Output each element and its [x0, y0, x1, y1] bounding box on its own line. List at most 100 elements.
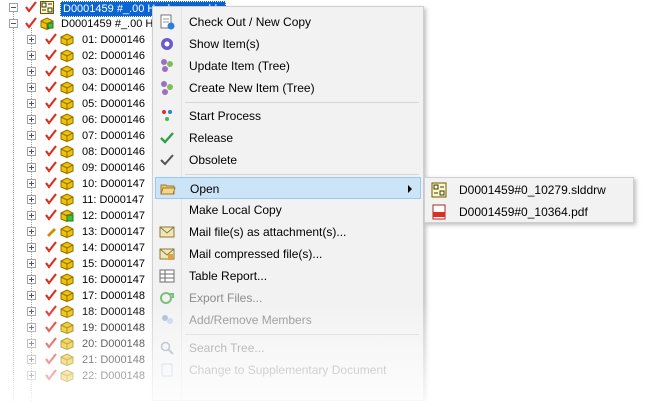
menu-item-make-local-copy[interactable]: Make Local Copy: [155, 199, 421, 221]
menu-item-label: Table Report...: [189, 269, 268, 283]
menu-item-check-out[interactable]: Check Out / New Copy: [155, 11, 421, 33]
menu-item-mail-attachments[interactable]: Mail file(s) as attachment(s)...: [155, 221, 421, 243]
expand-icon[interactable]: [27, 179, 36, 188]
expand-icon[interactable]: [27, 227, 36, 236]
expand-icon[interactable]: [27, 83, 36, 92]
menu-item-label: Mail file(s) as attachment(s)...: [189, 225, 347, 239]
tree-row[interactable]: 06: D000146: [0, 112, 170, 128]
expand-icon[interactable]: [27, 67, 36, 76]
expand-icon[interactable]: [27, 195, 36, 204]
tree-row-label: 15: D000147: [82, 258, 145, 270]
expand-icon[interactable]: [27, 115, 36, 124]
checkmark-icon: [45, 353, 57, 365]
tree-row[interactable]: 22: D000148: [0, 368, 170, 384]
checkmark-icon: [45, 273, 57, 285]
menu-item-mail-compressed[interactable]: Mail compressed file(s)...: [155, 243, 421, 265]
menu-item-show-items[interactable]: Show Item(s): [155, 33, 421, 55]
tree-row[interactable]: 21: D000148: [0, 352, 170, 368]
tree-row[interactable]: 02: D000146: [0, 48, 170, 64]
tree-update-icon: [161, 59, 173, 72]
expand-icon[interactable]: [27, 163, 36, 172]
tree-row[interactable]: 01: D000146: [0, 32, 170, 48]
expand-icon[interactable]: [27, 291, 36, 300]
drawing-icon: [40, 1, 54, 14]
tree-row[interactable]: 11: D000147: [0, 192, 170, 208]
submenu-arrow-icon: [408, 185, 412, 193]
menu-item-search-tree[interactable]: Search Tree...: [155, 337, 421, 359]
expand-icon[interactable]: [27, 275, 36, 284]
menu-item-update-item[interactable]: Update Item (Tree): [155, 55, 421, 77]
tree-row[interactable]: 15: D000147: [0, 256, 170, 272]
tree-row[interactable]: 16: D000147: [0, 272, 170, 288]
tree-row-label: 07: D000146: [82, 130, 145, 142]
menu-item-change-supplementary[interactable]: Change to Supplementary Document: [155, 359, 421, 381]
checkmark-icon: [45, 289, 57, 301]
submenu-item-label: D0001459#0_10364.pdf: [459, 205, 588, 219]
tree-row[interactable]: 08: D000146: [0, 144, 170, 160]
expand-icon[interactable]: [27, 259, 36, 268]
checkmark-icon: [45, 49, 57, 61]
tree-row[interactable]: 07: D000146: [0, 128, 170, 144]
tree-row[interactable]: 13: D000147: [0, 224, 170, 240]
checkout-icon: [160, 14, 175, 30]
expand-icon[interactable]: [27, 339, 36, 348]
tree-row[interactable]: 20: D000148: [0, 336, 170, 352]
tree-row[interactable]: 10: D000147: [0, 176, 170, 192]
menu-separator: [185, 102, 419, 103]
tree-row-assembly[interactable]: D0001459 #_.00 H: [0, 16, 170, 32]
menu-item-label: Check Out / New Copy: [189, 15, 312, 29]
tree-row-label: 14: D000147: [82, 242, 145, 254]
tree-child-label[interactable]: D0001459 #_.00 H: [61, 17, 153, 31]
expand-icon[interactable]: [27, 51, 36, 60]
tree-row[interactable]: 04: D000146: [0, 80, 170, 96]
tree-row[interactable]: 14: D000147: [0, 240, 170, 256]
part-icon: [60, 241, 74, 254]
tree-row-label: 02: D000146: [82, 50, 145, 62]
tree-row-label: 04: D000146: [82, 82, 145, 94]
tree-row-root[interactable]: D0001459 #_.00 Hook assembly: [0, 0, 226, 17]
checkmark-icon: [45, 337, 57, 349]
menu-item-add-remove-members[interactable]: Add/Remove Members: [155, 309, 421, 331]
menu-item-label: Make Local Copy: [189, 203, 282, 217]
tree-row[interactable]: 17: D000148: [0, 288, 170, 304]
obsolete-check-icon: [160, 154, 174, 166]
checkmark-icon: [45, 193, 57, 205]
table-icon: [159, 269, 175, 283]
submenu-item-slddrw[interactable]: D0001459#0_10279.slddrw: [427, 179, 631, 201]
checkmark-icon: [45, 33, 57, 45]
tree-row[interactable]: 05: D000146: [0, 96, 170, 112]
menu-item-table-report[interactable]: Table Report...: [155, 265, 421, 287]
menu-item-label: Search Tree...: [189, 341, 265, 355]
tree-row[interactable]: 03: D000146: [0, 64, 170, 80]
submenu-item-pdf[interactable]: D0001459#0_10364.pdf: [427, 201, 631, 223]
context-menu: Check Out / New Copy Show Item(s) Update…: [152, 6, 424, 401]
tree-row[interactable]: 19: D000148: [0, 320, 170, 336]
expand-icon[interactable]: [27, 131, 36, 140]
expand-icon[interactable]: [27, 99, 36, 108]
expand-icon[interactable]: [27, 211, 36, 220]
tree-row[interactable]: 12: D000147: [0, 208, 170, 224]
collapse-icon[interactable]: [9, 3, 18, 12]
tree-row-label: 12: D000147: [82, 210, 145, 222]
menu-item-label: Create New Item (Tree): [189, 81, 315, 95]
expand-icon[interactable]: [27, 307, 36, 316]
menu-item-open[interactable]: Open: [155, 177, 421, 199]
checkmark-icon: [45, 161, 57, 173]
expand-icon[interactable]: [27, 323, 36, 332]
menu-item-start-process[interactable]: Start Process: [155, 105, 421, 127]
menu-item-export-files[interactable]: Export Files...: [155, 287, 421, 309]
menu-item-obsolete[interactable]: Obsolete: [155, 149, 421, 171]
expand-icon[interactable]: [27, 147, 36, 156]
tree-row[interactable]: 09: D000146: [0, 160, 170, 176]
expand-icon[interactable]: [27, 371, 36, 380]
expand-icon[interactable]: [27, 355, 36, 364]
menu-item-label: Change to Supplementary Document: [189, 363, 387, 377]
menu-item-create-item[interactable]: Create New Item (Tree): [155, 77, 421, 99]
expand-icon[interactable]: [27, 35, 36, 44]
tree-row[interactable]: 18: D000148: [0, 304, 170, 320]
collapse-icon[interactable]: [9, 19, 18, 28]
expand-icon[interactable]: [27, 243, 36, 252]
menu-item-release[interactable]: Release: [155, 127, 421, 149]
checkmark-icon: [45, 81, 57, 93]
checkmark-icon: [45, 305, 57, 317]
